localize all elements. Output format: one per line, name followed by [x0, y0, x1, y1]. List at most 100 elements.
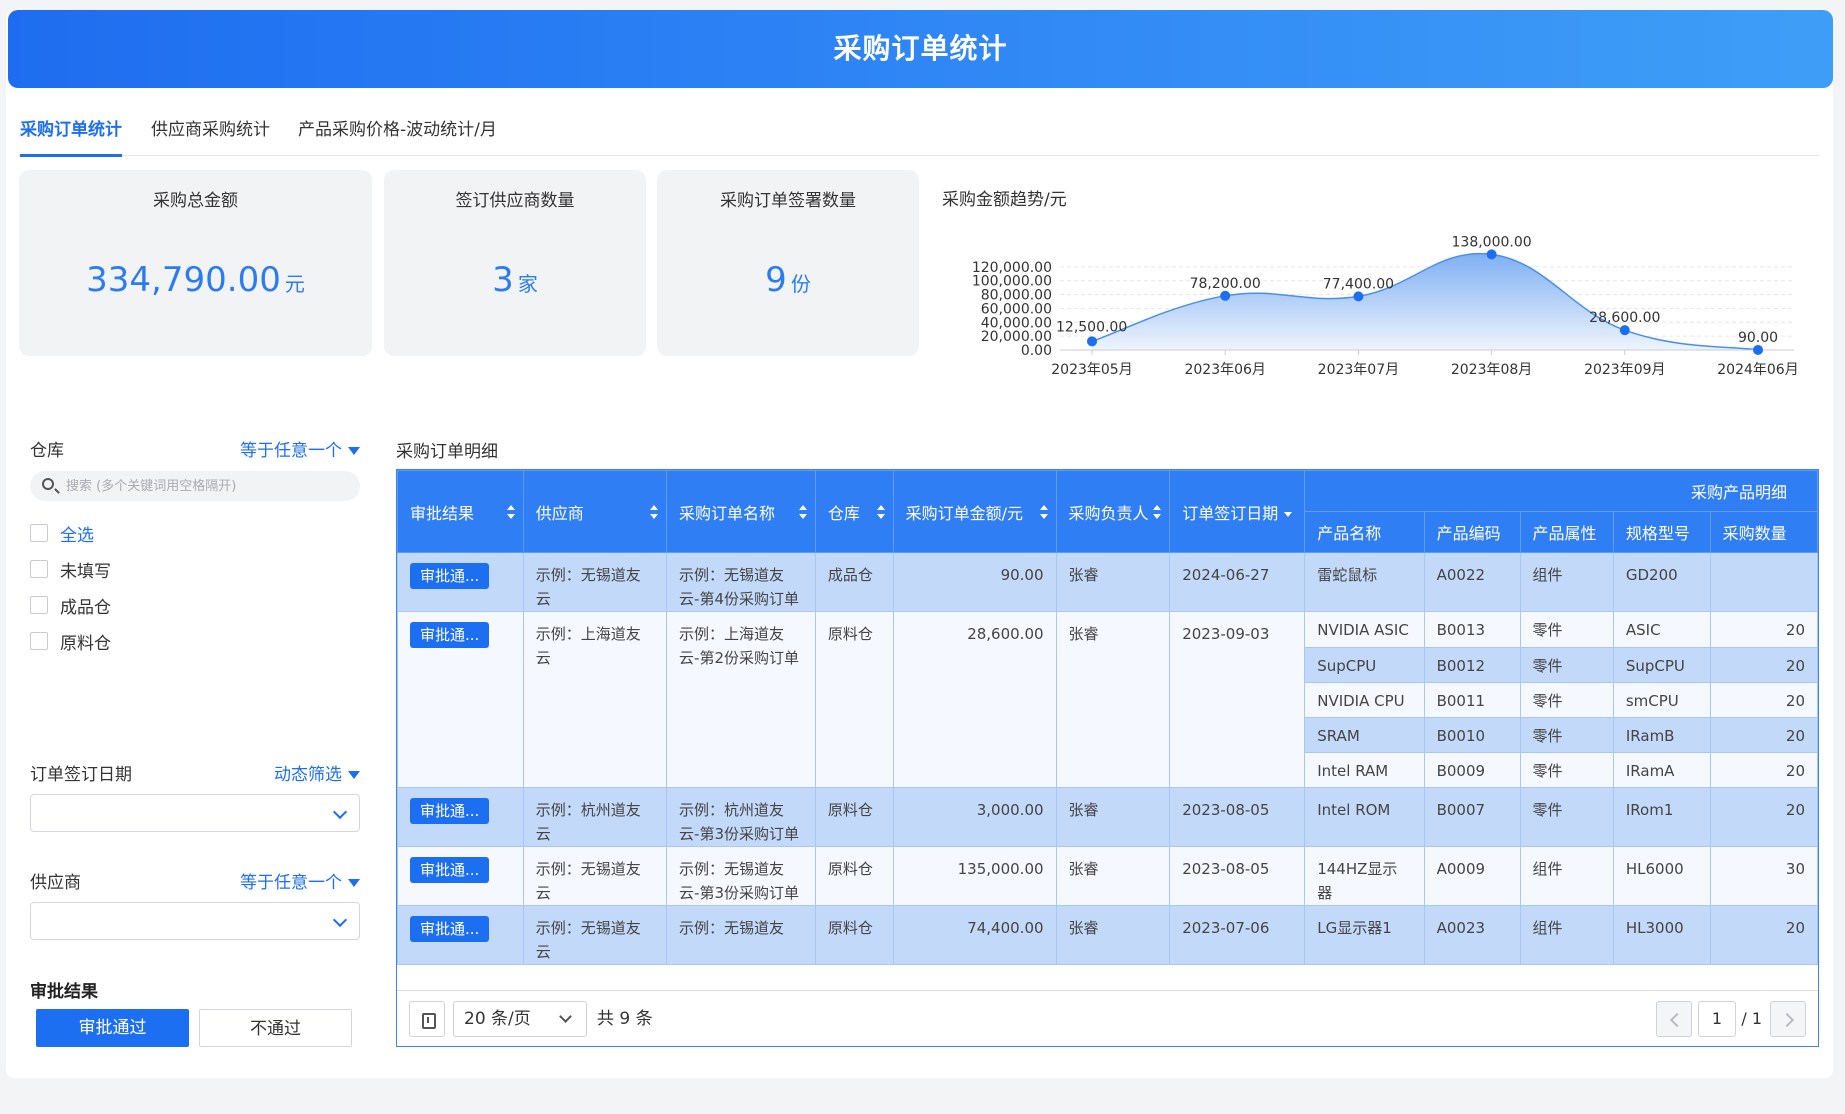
- cell-approval: 审批通...: [397, 787, 524, 847]
- x-tick-label: 2023年09月: [1584, 362, 1665, 378]
- caret-down-icon: [348, 879, 360, 887]
- kpi-value: 334,790.00 元: [86, 260, 305, 300]
- sort-icon[interactable]: [1153, 504, 1162, 519]
- supplier-operator-dropdown[interactable]: 等于任意一个: [240, 868, 360, 893]
- table-row[interactable]: 审批通... 示例：无锡道友云 示例：无锡道友 原料仓 74,400.00 张睿 2023-…: [397, 905, 1818, 965]
- sort-icon[interactable]: [876, 504, 885, 519]
- pagination-bar: 20 条/页 共 9 条 1 / 1: [397, 990, 1818, 1046]
- sign-date-select[interactable]: [30, 794, 360, 832]
- tab-price-stats[interactable]: 产品采购价格-波动统计/月: [298, 110, 497, 156]
- current-page-input[interactable]: 1: [1698, 1001, 1736, 1037]
- table-row[interactable]: 审批通... 示例：上海道友云 示例：上海道友云-第2份采购订单 原料仓 28,600.…: [397, 611, 1818, 788]
- column-header-product-qty[interactable]: 采购数量: [1709, 511, 1818, 553]
- column-header-product-code[interactable]: 产品编码: [1423, 511, 1521, 553]
- x-tick-label: 2023年08月: [1451, 362, 1532, 378]
- cell-supplier: 示例：上海道友云: [522, 611, 668, 788]
- chart-title: 采购金额趋势/元: [942, 190, 1067, 210]
- cell-amount: 135,000.00: [892, 846, 1057, 906]
- x-tick-label: 2024年06月: [1717, 362, 1798, 378]
- cell-warehouse: 原料仓: [814, 787, 894, 847]
- kpi-supplier-count: 签订供应商数量 3家: [384, 170, 646, 356]
- supplier-select[interactable]: [30, 902, 360, 940]
- supplier-filter-label: 供应商: [30, 873, 81, 893]
- cell-product-attr: 零件: [1519, 647, 1614, 683]
- cell-product-qty: 20: [1709, 787, 1818, 847]
- column-header-amount[interactable]: 采购订单金额/元: [892, 470, 1057, 553]
- data-point: [1753, 344, 1763, 355]
- cell-sign-date: 2023-08-05: [1169, 787, 1306, 847]
- column-header-product-name[interactable]: 产品名称: [1304, 511, 1425, 553]
- column-header-order-name[interactable]: 采购订单名称: [666, 470, 816, 553]
- cell-supplier: 示例：杭州道友云: [522, 787, 668, 847]
- chevron-down-icon: [332, 804, 348, 820]
- cell-product-code: A0009: [1423, 846, 1521, 906]
- table-row[interactable]: 审批通... 示例：杭州道友云 示例：杭州道友云-第3份采购订单 原料仓 3,000.0…: [397, 787, 1818, 847]
- data-label: 138,000.00: [1452, 234, 1532, 250]
- y-tick-label: 0.00: [1021, 343, 1052, 359]
- table-row[interactable]: 审批通... 示例：无锡道友云 示例：无锡道友云-第3份采购订单 原料仓 135,000…: [397, 846, 1818, 906]
- tab-supplier-stats[interactable]: 供应商采购统计: [151, 110, 270, 156]
- table-settings-icon[interactable]: [409, 1001, 445, 1037]
- prev-page-button[interactable]: [1656, 1001, 1692, 1037]
- kpi-total-amount: 采购总金额 334,790.00 元: [19, 170, 372, 356]
- checkbox[interactable]: [30, 596, 48, 614]
- sign-date-filter-label: 订单签订日期: [30, 765, 132, 785]
- checkbox[interactable]: [30, 560, 48, 578]
- checkbox[interactable]: [30, 632, 48, 650]
- cell-product-qty: 20: [1709, 717, 1818, 753]
- data-point: [1220, 290, 1231, 301]
- chevron-down-icon: [332, 912, 348, 928]
- column-header-owner[interactable]: 采购负责人: [1055, 470, 1171, 553]
- sort-icon[interactable]: [798, 504, 807, 519]
- cell-amount: 90.00: [892, 552, 1057, 612]
- cell-warehouse: 成品仓: [814, 552, 894, 612]
- data-label: 28,600.00: [1589, 310, 1660, 326]
- column-header-warehouse[interactable]: 仓库: [814, 470, 894, 553]
- page-size-select[interactable]: 20 条/页: [453, 1001, 587, 1037]
- warehouse-operator-dropdown[interactable]: 等于任意一个: [240, 436, 360, 461]
- status-badge[interactable]: 审批通...: [410, 857, 490, 883]
- checkbox[interactable]: [30, 524, 48, 542]
- cell-product-name: SRAM: [1304, 717, 1425, 753]
- status-badge[interactable]: 审批通...: [410, 916, 490, 942]
- cell-warehouse: 原料仓: [814, 846, 894, 906]
- data-label: 78,200.00: [1190, 276, 1261, 292]
- status-badge[interactable]: 审批通...: [410, 798, 490, 824]
- column-header-product-spec[interactable]: 规格型号: [1612, 511, 1711, 553]
- approval-pass-button[interactable]: 审批通过: [36, 1009, 189, 1047]
- cell-warehouse: 原料仓: [814, 905, 894, 965]
- data-label: 77,400.00: [1323, 276, 1394, 292]
- table-title: 采购订单明细: [396, 442, 498, 462]
- status-badge[interactable]: 审批通...: [410, 563, 490, 589]
- column-header-approval[interactable]: 审批结果: [397, 470, 524, 553]
- sign-date-filter-header: 订单签订日期 动态筛选: [30, 760, 360, 786]
- table-row[interactable]: 审批通... 示例：无锡道友云 示例：无锡道友云-第4份采购订单 成品仓 90.00 张睿…: [397, 552, 1818, 612]
- cell-product-name: LG显示器1: [1304, 905, 1425, 965]
- column-header-product-attr[interactable]: 产品属性: [1519, 511, 1614, 553]
- tab-order-stats[interactable]: 采购订单统计: [20, 110, 122, 157]
- cell-order-name: 示例：杭州道友云-第3份采购订单: [666, 787, 816, 847]
- cell-product-code: A0023: [1423, 905, 1521, 965]
- cell-product-attr: 零件: [1519, 787, 1614, 847]
- status-badge[interactable]: 审批通...: [410, 622, 490, 648]
- column-header-supplier[interactable]: 供应商: [522, 470, 668, 553]
- cell-product-code: A0022: [1423, 552, 1521, 612]
- warehouse-search-input[interactable]: [66, 471, 346, 501]
- sort-desc-icon[interactable]: [1284, 511, 1293, 517]
- y-tick-label: 120,000.00: [972, 260, 1052, 276]
- warehouse-filter-label: 仓库: [30, 441, 64, 461]
- cell-product-attr: 零件: [1519, 611, 1614, 648]
- column-header-sign-date[interactable]: 订单签订日期: [1169, 470, 1306, 553]
- cell-sign-date: 2023-08-05: [1169, 846, 1306, 906]
- cell-owner: 张睿: [1055, 787, 1171, 847]
- sort-icon[interactable]: [506, 504, 515, 519]
- cell-product-name: Intel ROM: [1304, 787, 1425, 847]
- x-tick-label: 2023年07月: [1318, 362, 1399, 378]
- cell-product-spec: SupCPU: [1612, 647, 1711, 683]
- sort-icon[interactable]: [1039, 504, 1048, 519]
- cell-product-qty: [1709, 552, 1818, 612]
- approval-reject-button[interactable]: 不通过: [199, 1009, 352, 1047]
- next-page-button[interactable]: [1770, 1001, 1806, 1037]
- sign-date-operator-dropdown[interactable]: 动态筛选: [274, 760, 360, 785]
- sort-icon[interactable]: [650, 504, 659, 519]
